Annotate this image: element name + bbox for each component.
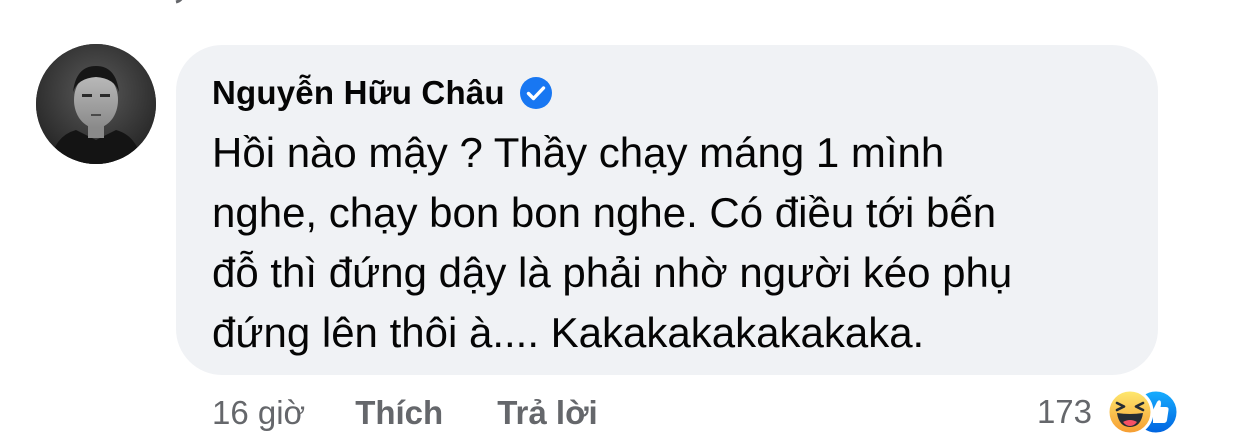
comment-text: Hồi nào mậy ? Thầy chạy máng 1 mình nghe… bbox=[212, 123, 1132, 363]
timestamp[interactable]: 16 giờ bbox=[212, 394, 305, 432]
author-row: Nguyễn Hữu Châu bbox=[212, 71, 553, 115]
reactions-summary[interactable]: 173 bbox=[1037, 386, 1180, 438]
reaction-icons bbox=[1106, 387, 1180, 437]
verified-badge-icon bbox=[519, 76, 553, 110]
like-button[interactable]: Thích bbox=[355, 394, 443, 432]
avatar-image bbox=[36, 44, 156, 164]
reaction-count: 173 bbox=[1036, 393, 1092, 430]
author-name[interactable]: Nguyễn Hữu Châu bbox=[212, 74, 505, 112]
comment-actions: 16 giờ Thích Trả lời bbox=[212, 388, 598, 438]
avatar[interactable] bbox=[36, 44, 156, 164]
comment-text-line: đỗ thì đứng dậy là phải nhờ người kéo ph… bbox=[212, 249, 1013, 296]
comment-text-line: Hồi nào mậy ? Thầy chạy máng 1 mình bbox=[212, 129, 945, 176]
comment-bubble: Nguyễn Hữu Châu Hồi nào mậy ? Thầy chạy … bbox=[176, 45, 1158, 375]
previous-comment-fragment bbox=[160, 0, 200, 4]
comment-text-line: đứng lên thôi à.... Kakakakakakakaka. bbox=[212, 309, 925, 356]
comment-text-line: nghe, chạy bon bon nghe. Có điều tới bến bbox=[212, 189, 997, 236]
reply-button[interactable]: Trả lời bbox=[497, 394, 598, 432]
haha-icon bbox=[1106, 388, 1154, 436]
